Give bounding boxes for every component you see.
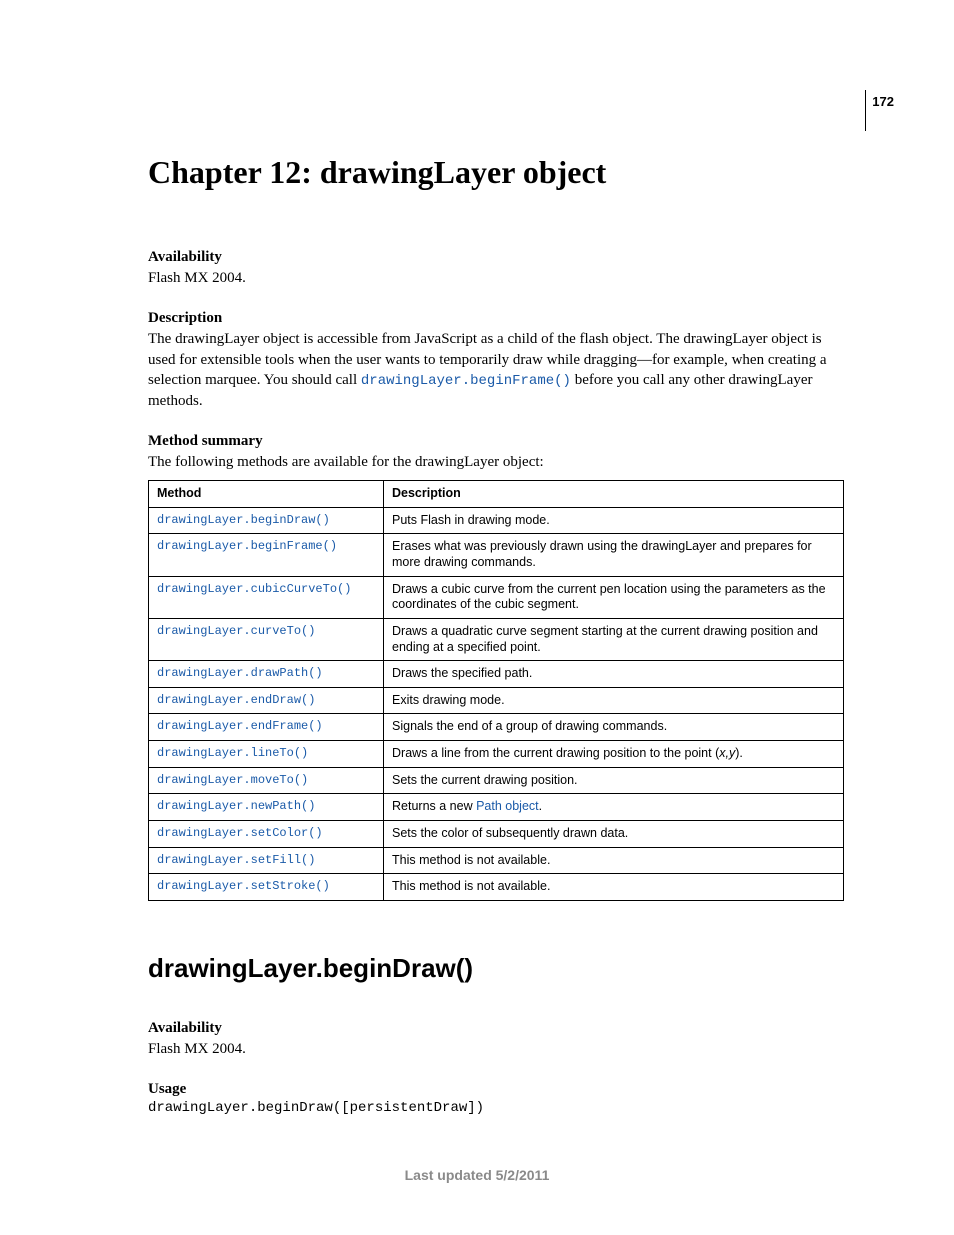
method-description: Exits drawing mode. <box>384 687 844 714</box>
table-row: drawingLayer.beginDraw()Puts Flash in dr… <box>149 507 844 534</box>
availability-label: Availability <box>148 249 844 266</box>
table-row: drawingLayer.curveTo()Draws a quadratic … <box>149 618 844 660</box>
method-description: Draws a quadratic curve segment starting… <box>384 618 844 660</box>
table-row: drawingLayer.lineTo() Draws a line from t… <box>149 741 844 768</box>
method-link[interactable]: drawingLayer.newPath() <box>149 794 384 821</box>
page-number: 172 <box>865 90 894 131</box>
table-row: drawingLayer.drawPath()Draws the specifi… <box>149 661 844 688</box>
method-link[interactable]: drawingLayer.curveTo() <box>149 618 384 660</box>
table-header-row: Method Description <box>149 481 844 508</box>
table-row: drawingLayer.newPath()Returns a new Path… <box>149 794 844 821</box>
method-description: This method is not available. <box>384 847 844 874</box>
method-description: Erases what was previously drawn using t… <box>384 534 844 576</box>
table-row: drawingLayer.moveTo()Sets the current dr… <box>149 767 844 794</box>
method-description: Draws a cubic curve from the current pen… <box>384 576 844 618</box>
desc-pre: Returns a new <box>392 799 476 813</box>
method-description: Sets the color of subsequently drawn dat… <box>384 820 844 847</box>
method-link[interactable]: drawingLayer.setColor() <box>149 820 384 847</box>
chapter-title: Chapter 12: drawingLayer object <box>148 154 844 191</box>
table-row: drawingLayer.endDraw()Exits drawing mode… <box>149 687 844 714</box>
description-label: Description <box>148 310 844 327</box>
method-description: Draws a line from the current drawing po… <box>384 741 844 768</box>
api-availability-label: Availability <box>148 1020 844 1037</box>
footer-last-updated: Last updated 5/2/2011 <box>0 1167 954 1183</box>
desc-post: . <box>539 799 542 813</box>
availability-text: Flash MX 2004. <box>148 268 844 288</box>
method-link[interactable]: drawingLayer.endFrame() <box>149 714 384 741</box>
desc-pre: Draws a line from the current drawing po… <box>392 746 719 760</box>
page-content: Chapter 12: drawingLayer object Availabi… <box>0 0 954 1178</box>
method-description: Puts Flash in drawing mode. <box>384 507 844 534</box>
method-summary-intro: The following methods are available for … <box>148 452 844 472</box>
method-link[interactable]: drawingLayer.beginDraw() <box>149 507 384 534</box>
method-link[interactable]: drawingLayer.cubicCurveTo() <box>149 576 384 618</box>
method-summary-label: Method summary <box>148 433 844 450</box>
header-description: Description <box>384 481 844 508</box>
method-link[interactable]: drawingLayer.moveTo() <box>149 767 384 794</box>
method-link[interactable]: drawingLayer.beginFrame() <box>149 534 384 576</box>
description-text: The drawingLayer object is accessible fr… <box>148 329 844 411</box>
api-usage-code: drawingLayer.beginDraw([persistentDraw]) <box>148 1100 844 1116</box>
desc-link[interactable]: Path object <box>476 799 539 813</box>
api-usage-label: Usage <box>148 1081 844 1098</box>
method-description: Sets the current drawing position. <box>384 767 844 794</box>
method-description: Returns a new Path object. <box>384 794 844 821</box>
method-description: This method is not available. <box>384 874 844 901</box>
header-method: Method <box>149 481 384 508</box>
table-row: drawingLayer.endFrame()Signals the end o… <box>149 714 844 741</box>
method-link[interactable]: drawingLayer.setStroke() <box>149 874 384 901</box>
table-row: drawingLayer.setColor()Sets the color of… <box>149 820 844 847</box>
method-summary-table: Method Description drawingLayer.beginDra… <box>148 480 844 901</box>
table-row: drawingLayer.beginFrame()Erases what was… <box>149 534 844 576</box>
method-description: Draws the specified path. <box>384 661 844 688</box>
api-availability-text: Flash MX 2004. <box>148 1039 844 1059</box>
method-description: Signals the end of a group of drawing co… <box>384 714 844 741</box>
desc-post: ). <box>735 746 743 760</box>
table-row: drawingLayer.cubicCurveTo()Draws a cubic… <box>149 576 844 618</box>
table-row: drawingLayer.setFill()This method is not… <box>149 847 844 874</box>
desc-italic: x,y <box>719 746 735 760</box>
table-row: drawingLayer.setStroke()This method is n… <box>149 874 844 901</box>
api-heading: drawingLayer.beginDraw() <box>148 953 844 984</box>
method-link[interactable]: drawingLayer.lineTo() <box>149 741 384 768</box>
method-link[interactable]: drawingLayer.drawPath() <box>149 661 384 688</box>
description-code-link[interactable]: drawingLayer.beginFrame() <box>361 373 571 389</box>
method-link[interactable]: drawingLayer.endDraw() <box>149 687 384 714</box>
method-link[interactable]: drawingLayer.setFill() <box>149 847 384 874</box>
